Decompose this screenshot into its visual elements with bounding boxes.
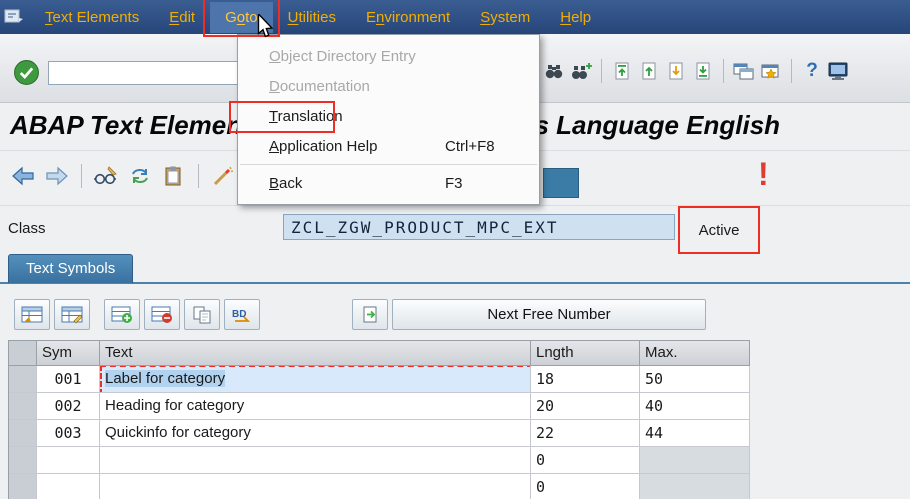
last-page-icon[interactable] xyxy=(691,58,715,84)
sort-icon[interactable]: BD xyxy=(224,299,260,330)
clipboard-icon[interactable] xyxy=(159,162,189,190)
sym-cell[interactable]: 001 xyxy=(37,366,100,393)
menu-item-shortcut: F3 xyxy=(445,174,463,192)
back-icon[interactable] xyxy=(8,162,38,190)
next-page-icon[interactable] xyxy=(664,58,688,84)
find-icon[interactable] xyxy=(542,58,566,84)
tab-text-symbols[interactable]: Text Symbols xyxy=(8,254,134,283)
lngth-cell[interactable]: 20 xyxy=(531,393,640,420)
select-table-icon[interactable] xyxy=(54,299,90,330)
row-selector[interactable] xyxy=(9,474,37,499)
row-selector[interactable] xyxy=(9,393,37,420)
table-toolbar: BD Next Free Number xyxy=(14,299,706,330)
toolbar-separator xyxy=(723,59,724,83)
menu-item-goto-label: Goto xyxy=(225,8,258,26)
lngth-cell[interactable]: 22 xyxy=(531,420,640,447)
menu-item-label: Application Help xyxy=(269,137,378,155)
menu-item-translation[interactable]: Translation xyxy=(229,101,539,133)
previous-page-icon[interactable] xyxy=(637,58,661,84)
menu-item-documentation: Documentation xyxy=(238,71,539,101)
find-next-icon[interactable] xyxy=(569,58,593,84)
text-cell-selected[interactable]: Label for category xyxy=(100,366,531,393)
sym-cell[interactable]: 003 xyxy=(37,420,100,447)
insert-row-icon[interactable] xyxy=(104,299,140,330)
menu-item-label: Translation xyxy=(269,107,343,125)
max-cell[interactable]: 40 xyxy=(640,393,750,420)
menu-item-system[interactable]: System xyxy=(465,2,545,33)
text-cell-value: Label for category xyxy=(105,370,226,387)
lngth-cell[interactable]: 18 xyxy=(531,366,640,393)
sym-cell[interactable]: 002 xyxy=(37,393,100,420)
row-selector[interactable] xyxy=(9,420,37,447)
text-cell[interactable]: Quickinfo for category xyxy=(100,420,531,447)
toolbar-separator xyxy=(601,59,602,83)
text-cell[interactable] xyxy=(100,447,531,474)
menu-item-goto[interactable]: Goto xyxy=(203,0,280,37)
row-selector[interactable] xyxy=(9,447,37,474)
menu-item-utilities[interactable]: Utilities xyxy=(273,2,351,33)
help-icon[interactable]: ? xyxy=(800,58,824,84)
insert-entry-icon[interactable] xyxy=(352,299,388,330)
row-selector[interactable] xyxy=(9,366,37,393)
max-cell[interactable]: 50 xyxy=(640,366,750,393)
toolbar-separator xyxy=(198,164,199,188)
toolbar-separator xyxy=(791,59,792,83)
max-cell[interactable] xyxy=(640,474,750,499)
class-label: Class xyxy=(8,220,46,237)
next-free-number-button[interactable]: Next Free Number xyxy=(392,299,706,330)
menu-item-shortcut: Ctrl+F8 xyxy=(445,137,495,155)
lngth-cell[interactable]: 0 xyxy=(531,447,640,474)
toolbar-icon-cluster: ? xyxy=(542,58,851,84)
max-cell[interactable] xyxy=(640,447,750,474)
sym-cell[interactable] xyxy=(37,474,100,499)
column-header-lngth[interactable]: Lngth xyxy=(531,341,640,366)
lngth-cell[interactable]: 0 xyxy=(531,474,640,499)
text-symbols-table: Sym Text Lngth Max. 001 Label for catego… xyxy=(8,340,750,499)
toolbar-separator xyxy=(81,164,82,188)
enter-button[interactable] xyxy=(13,59,41,87)
menu-item-label: Documentation xyxy=(269,77,370,95)
green-check-icon xyxy=(14,60,39,85)
menu-separator xyxy=(240,164,537,165)
text-cell[interactable] xyxy=(100,474,531,499)
column-header-max[interactable]: Max. xyxy=(640,341,750,366)
menu-item-text-elements[interactable]: Text Elements xyxy=(30,2,154,33)
command-field[interactable] xyxy=(48,61,240,85)
gui-settings-icon[interactable] xyxy=(827,58,851,84)
window-icon xyxy=(4,9,24,25)
sym-cell[interactable] xyxy=(37,447,100,474)
column-header-text[interactable]: Text xyxy=(100,341,531,366)
annotation-active: Active xyxy=(678,206,760,254)
goto-menu-popup: Object Directory Entry Documentation Tra… xyxy=(229,34,540,205)
menu-item-label: Back xyxy=(269,174,303,192)
delete-row-icon[interactable] xyxy=(144,299,180,330)
copy-rows-icon[interactable] xyxy=(184,299,220,330)
column-header-sym[interactable]: Sym xyxy=(37,341,100,366)
menu-item-label: Object Directory Entry xyxy=(269,47,416,65)
exclamation-icon: ! xyxy=(758,156,769,192)
refresh-icon[interactable] xyxy=(125,162,155,190)
new-session-icon[interactable] xyxy=(732,58,756,84)
display-change-icon[interactable] xyxy=(91,162,121,190)
text-cell[interactable]: Heading for category xyxy=(100,393,531,420)
menu-item-application-help[interactable]: Application Help Ctrl+F8 xyxy=(238,131,539,161)
menu-item-edit[interactable]: Edit xyxy=(154,2,210,33)
menu-item-back[interactable]: Back F3 xyxy=(238,168,539,198)
partially-hidden-icon[interactable] xyxy=(543,168,579,198)
table-select-all-header[interactable] xyxy=(9,341,37,366)
class-field[interactable]: ZCL_ZGW_PRODUCT_MPC_EXT xyxy=(283,214,675,240)
sap-gui-window: Text Elements Edit Goto Utilities Enviro… xyxy=(0,0,910,499)
menu-item-help[interactable]: Help xyxy=(545,2,606,33)
menu-item-environment[interactable]: Environment xyxy=(351,2,465,33)
first-page-icon[interactable] xyxy=(610,58,634,84)
max-cell[interactable]: 44 xyxy=(640,420,750,447)
create-shortcut-icon[interactable] xyxy=(759,58,783,84)
choose-icon[interactable] xyxy=(14,299,50,330)
menu-item-object-directory-entry: Object Directory Entry xyxy=(238,41,539,71)
tab-underline xyxy=(0,282,910,284)
menu-bar: Text Elements Edit Goto Utilities Enviro… xyxy=(0,0,910,37)
status-active-label: Active xyxy=(698,221,740,239)
pattern-wand-icon[interactable] xyxy=(208,162,238,190)
forward-icon[interactable] xyxy=(42,162,72,190)
